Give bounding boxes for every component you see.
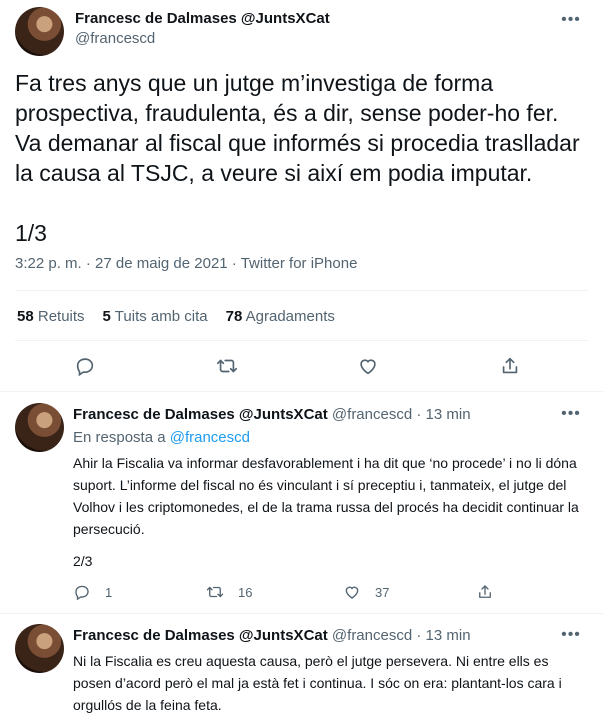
share-icon[interactable] xyxy=(499,355,521,377)
retweet-action[interactable]: 16 xyxy=(206,583,252,601)
replying-to: En resposta a @francescd xyxy=(73,429,250,446)
more-icon[interactable]: ••• xyxy=(561,625,581,645)
share-action[interactable] xyxy=(476,583,494,601)
author-name[interactable]: Francesc de Dalmases @JuntsXCat xyxy=(75,10,330,27)
tweet-text: Fa tres anys que un jutge m’investiga de… xyxy=(15,70,580,246)
divider xyxy=(15,340,588,341)
avatar[interactable] xyxy=(15,7,64,56)
reply-author[interactable]: Francesc de Dalmases @JuntsXCat @frances… xyxy=(73,627,471,644)
share-icon xyxy=(479,585,491,598)
retweet-icon xyxy=(206,586,224,598)
reply-author[interactable]: Francesc de Dalmases @JuntsXCat @frances… xyxy=(73,406,471,423)
more-icon[interactable]: ••• xyxy=(561,10,581,30)
reply-action[interactable]: 1 xyxy=(73,583,112,601)
reply-text: Ahir la Fiscalia va informar desfavorabl… xyxy=(73,455,579,537)
replying-to-link[interactable]: @francescd xyxy=(170,429,250,446)
reply-count: 1 xyxy=(105,584,113,600)
likes-stat[interactable]: 78 Agradaments xyxy=(226,308,335,325)
reply-handle[interactable]: @francescd xyxy=(332,627,412,644)
reply-handle[interactable]: @francescd xyxy=(332,406,412,423)
reply-time[interactable]: · 13 min xyxy=(416,406,470,423)
like-icon[interactable] xyxy=(357,355,379,377)
divider xyxy=(0,613,603,614)
quotes-stat[interactable]: 5 Tuits amb cita xyxy=(103,308,208,325)
tweet-meta: 3:22 p. m. · 27 de maig de 2021 · Twitte… xyxy=(15,255,358,272)
author-handle[interactable]: @francescd xyxy=(75,30,155,47)
divider xyxy=(15,290,588,291)
reply-text: Ni la Fiscalia es creu aquesta causa, pe… xyxy=(73,653,562,713)
more-icon[interactable]: ••• xyxy=(561,404,581,424)
avatar[interactable] xyxy=(15,403,64,452)
thread-index: 2/3 xyxy=(73,553,93,569)
like-icon xyxy=(345,586,359,599)
retweets-stat[interactable]: 58 Retuits xyxy=(17,308,85,325)
like-count: 37 xyxy=(375,584,390,600)
reply-icon[interactable] xyxy=(74,355,96,377)
like-action[interactable]: 37 xyxy=(343,583,389,601)
divider xyxy=(0,391,603,392)
tweet-actions xyxy=(0,352,603,380)
retweet-icon[interactable] xyxy=(216,355,238,377)
reply-time[interactable]: · 13 min xyxy=(416,627,470,644)
retweet-count: 16 xyxy=(238,584,253,600)
avatar[interactable] xyxy=(15,624,64,673)
tweet-stats: 58 Retuits 5 Tuits amb cita 78 Agradamen… xyxy=(17,308,335,325)
reply-icon xyxy=(75,585,89,601)
